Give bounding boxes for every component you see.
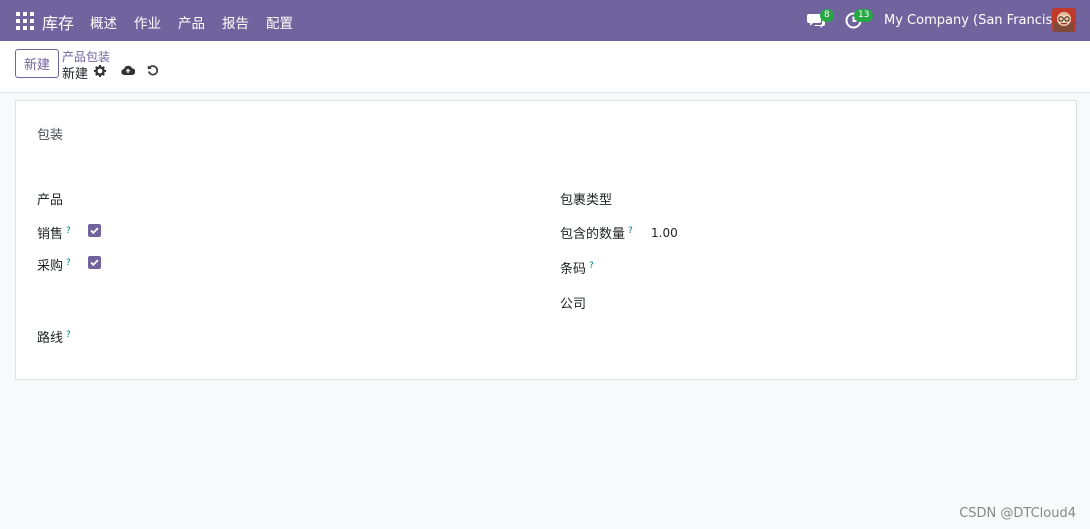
menu-item-overview[interactable]: 概述: [90, 12, 117, 32]
new-button[interactable]: 新建: [15, 49, 59, 78]
apps-grid-icon[interactable]: [16, 12, 34, 30]
activity-count-badge: 13: [854, 9, 874, 22]
qty-input[interactable]: 1.00: [651, 226, 678, 240]
packaging-name-input[interactable]: 包装: [37, 124, 63, 143]
routes-label: 路线?: [37, 327, 71, 346]
form-sheet: 包装 产品 销售? 采购? 路线? 包裹类型 包含的数量? 1.00 条码? 公…: [15, 100, 1077, 380]
chat-count-badge: 8: [820, 9, 834, 22]
menu-item-products[interactable]: 产品: [178, 12, 205, 32]
user-avatar[interactable]: [1052, 8, 1076, 32]
breadcrumb-current: 新建: [62, 67, 89, 82]
check-icon: [90, 259, 99, 267]
qty-label: 包含的数量?: [560, 223, 633, 242]
barcode-label-text: 条码: [560, 262, 587, 277]
barcode-label: 条码?: [560, 258, 594, 277]
company-label: 公司: [560, 297, 587, 312]
purchase-label-text: 采购: [37, 259, 64, 274]
sales-label: 销售?: [37, 223, 71, 242]
menu-item-reporting[interactable]: 报告: [222, 12, 249, 32]
app-name[interactable]: 库存: [42, 10, 74, 34]
company-switcher[interactable]: My Company (San Francisco): [884, 13, 1072, 28]
control-panel: 新建 产品包装 新建: [0, 41, 1090, 93]
purchase-label: 采购?: [37, 255, 71, 274]
gear-icon[interactable]: [94, 65, 106, 77]
main-menu: 概述 作业 产品 报告 配置: [90, 12, 310, 32]
check-icon: [90, 227, 99, 235]
sales-checkbox[interactable]: [88, 224, 101, 237]
qty-label-text: 包含的数量: [560, 227, 626, 242]
cloud-save-icon[interactable]: [121, 64, 135, 76]
purchase-checkbox[interactable]: [88, 256, 101, 269]
menu-item-configuration[interactable]: 配置: [266, 12, 293, 32]
package-type-label: 包裹类型: [560, 193, 613, 208]
discard-undo-icon[interactable]: [147, 64, 159, 76]
purchase-help-icon[interactable]: ?: [66, 258, 71, 268]
menu-item-operations[interactable]: 作业: [134, 12, 161, 32]
watermark: CSDN @DTCloud4: [959, 506, 1076, 521]
qty-help-icon[interactable]: ?: [628, 226, 633, 236]
top-navbar: 库存 概述 作业 产品 报告 配置 8 13 My Company (San F…: [0, 0, 1090, 41]
routes-help-icon[interactable]: ?: [66, 330, 71, 340]
sales-label-text: 销售: [37, 227, 64, 242]
barcode-help-icon[interactable]: ?: [589, 261, 594, 271]
routes-label-text: 路线: [37, 331, 64, 346]
sales-help-icon[interactable]: ?: [66, 226, 71, 236]
product-label: 产品: [37, 193, 64, 208]
